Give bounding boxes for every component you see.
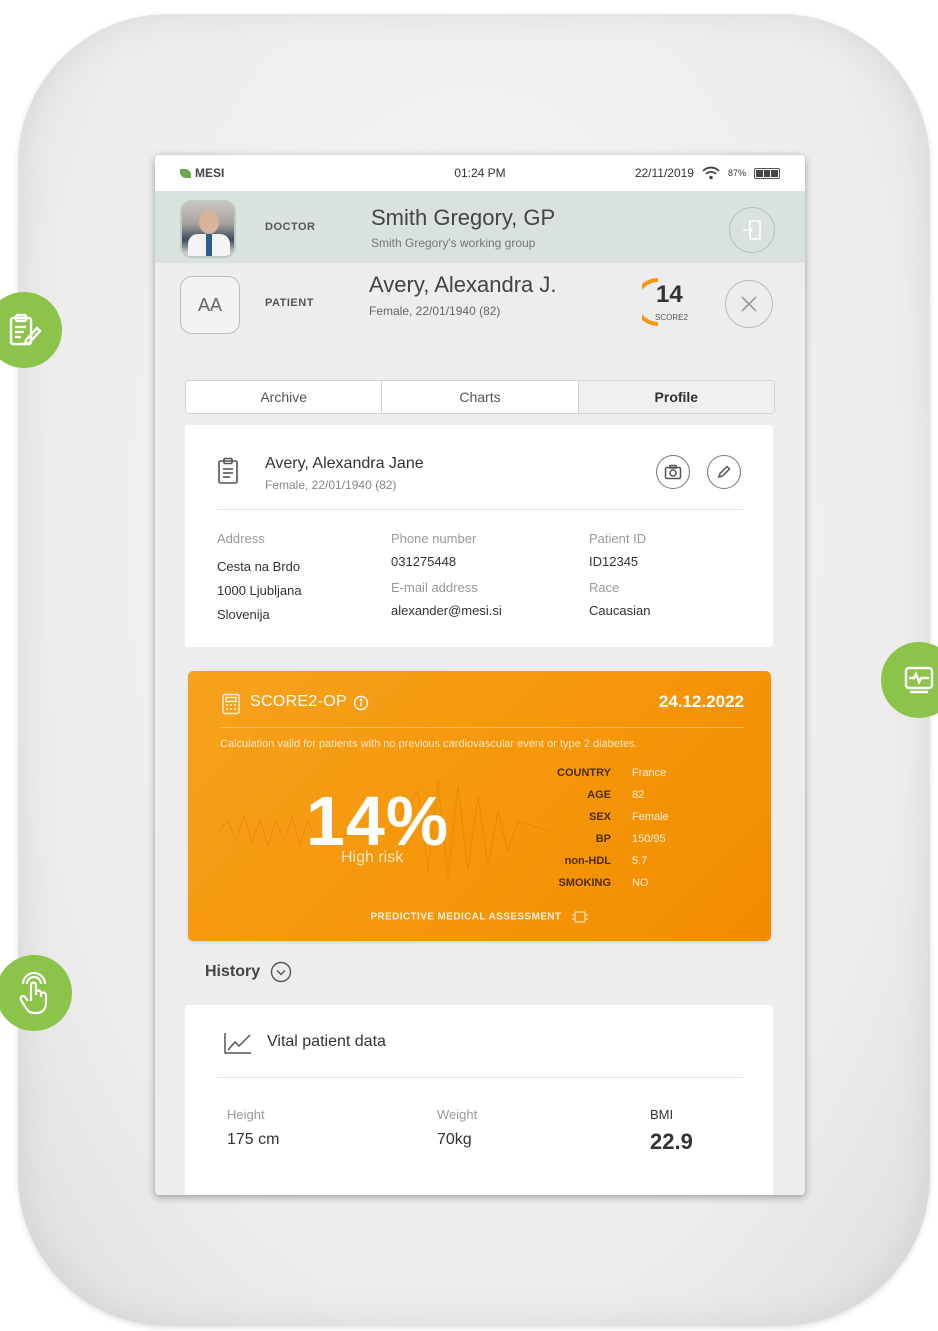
history-label: History [205, 963, 261, 980]
param-key-bp: BP [595, 833, 611, 845]
score2-title: SCORE2-OP [250, 693, 347, 710]
tab-archive[interactable]: Archive [186, 381, 383, 413]
patient-id-label: Patient ID [589, 531, 647, 546]
patient-bar: AA PATIENT Avery, Alexandra J. Female, 2… [155, 263, 805, 351]
patient-initials-avatar[interactable]: AA [180, 276, 240, 334]
score-badge[interactable]: 14 SCORE2 [642, 277, 702, 331]
status-bar: MESI 01:24 PM 22/11/2019 87% [155, 155, 805, 191]
param-key-country: COUNTRY [557, 767, 611, 779]
score2-card[interactable]: SCORE2-OP 24.12.2022 Calculation valid f… [188, 671, 771, 941]
param-key-sex: SEX [588, 811, 611, 823]
param-key-smoking: SMOKING [558, 877, 611, 889]
weight-label: Weight [437, 1107, 478, 1122]
score-value: 14 [656, 281, 683, 308]
score2-date: 24.12.2022 [658, 692, 744, 711]
score-label: SCORE2 [655, 313, 688, 322]
history-toggle[interactable]: History [205, 961, 292, 983]
vital-divider [217, 1077, 743, 1078]
tab-profile[interactable]: Profile [578, 381, 774, 413]
doctor-avatar[interactable] [180, 200, 236, 258]
param-value-country: France [632, 767, 667, 779]
doctor-group: Smith Gregory's working group [371, 236, 536, 250]
battery-icon [754, 167, 780, 179]
doctor-role-label: DOCTOR [265, 221, 316, 233]
email-label: E-mail address [391, 580, 478, 595]
phone-value: 031275448 [391, 554, 457, 569]
info-icon[interactable] [353, 695, 369, 711]
app-screen: MESI 01:24 PM 22/11/2019 87% DOCTOR Smit… [155, 155, 805, 1195]
height-value: 175 cm [227, 1131, 280, 1148]
weight-value: 70kg [437, 1131, 472, 1148]
address-line-2: 1000 Ljubljana [217, 583, 302, 598]
address-label: Address [217, 531, 265, 546]
score2-note: Calculation valid for patients with no p… [220, 738, 638, 750]
pencil-icon [717, 465, 731, 479]
camera-icon [664, 464, 682, 480]
close-patient-button[interactable] [725, 280, 773, 328]
line-chart-icon [224, 1033, 251, 1054]
camera-button[interactable] [656, 455, 690, 489]
chevron-down-icon [270, 961, 292, 983]
patient-info: Female, 22/01/1940 (82) [369, 304, 501, 318]
race-value: Caucasian [589, 603, 651, 618]
param-key-non-hdl: non-HDL [564, 855, 611, 867]
profile-info: Female, 22/01/1940 (82) [265, 478, 397, 492]
doctor-name: Smith Gregory, GP [371, 205, 556, 230]
param-value-age: 82 [632, 789, 645, 801]
patient-name: Avery, Alexandra J. [369, 272, 557, 297]
patient-id-value: ID12345 [589, 554, 639, 569]
doctor-bar: DOCTOR Smith Gregory, GP Smith Gregory's… [155, 191, 805, 263]
bmi-value: 22.9 [650, 1129, 693, 1154]
email-value: alexander@mesi.si [391, 603, 502, 618]
param-value-bp: 150/95 [632, 833, 666, 845]
address-line-1: Cesta na Brdo [217, 559, 301, 574]
edit-button[interactable] [707, 455, 741, 489]
score2-footer: PREDICTIVE MEDICAL ASSESSMENT [188, 909, 771, 925]
clock: 01:24 PM [454, 166, 506, 180]
height-label: Height [227, 1107, 265, 1122]
tab-bar: Archive Charts Profile [185, 380, 775, 414]
score2-divider [220, 727, 744, 728]
race-label: Race [589, 580, 620, 595]
logout-icon [743, 220, 761, 240]
score2-footer-text: PREDICTIVE MEDICAL ASSESSMENT [370, 911, 562, 923]
logout-button[interactable] [729, 207, 775, 253]
clipboard-icon [218, 457, 238, 484]
param-value-sex: Female [632, 811, 669, 823]
score2-risk-level: High risk [341, 849, 404, 866]
address-line-3: Slovenija [217, 607, 270, 622]
vital-data-title: Vital patient data [267, 1033, 386, 1050]
profile-card: Avery, Alexandra Jane Female, 22/01/1940… [185, 425, 773, 647]
vital-data-card: Vital patient data Height 175 cm Weight … [185, 1005, 773, 1195]
param-value-non-hdl: 5.7 [632, 855, 648, 867]
assessment-icon [571, 911, 588, 923]
param-key-age: AGE [587, 789, 611, 801]
profile-divider [217, 509, 743, 510]
tab-charts[interactable]: Charts [382, 381, 579, 413]
profile-full-name: Avery, Alexandra Jane [265, 455, 424, 472]
calculator-icon [222, 693, 240, 715]
param-value-smoking: NO [632, 877, 649, 889]
bmi-label: BMI [650, 1107, 674, 1122]
phone-label: Phone number [391, 531, 477, 546]
patient-role-label: PATIENT [265, 297, 314, 309]
close-icon [741, 296, 757, 312]
